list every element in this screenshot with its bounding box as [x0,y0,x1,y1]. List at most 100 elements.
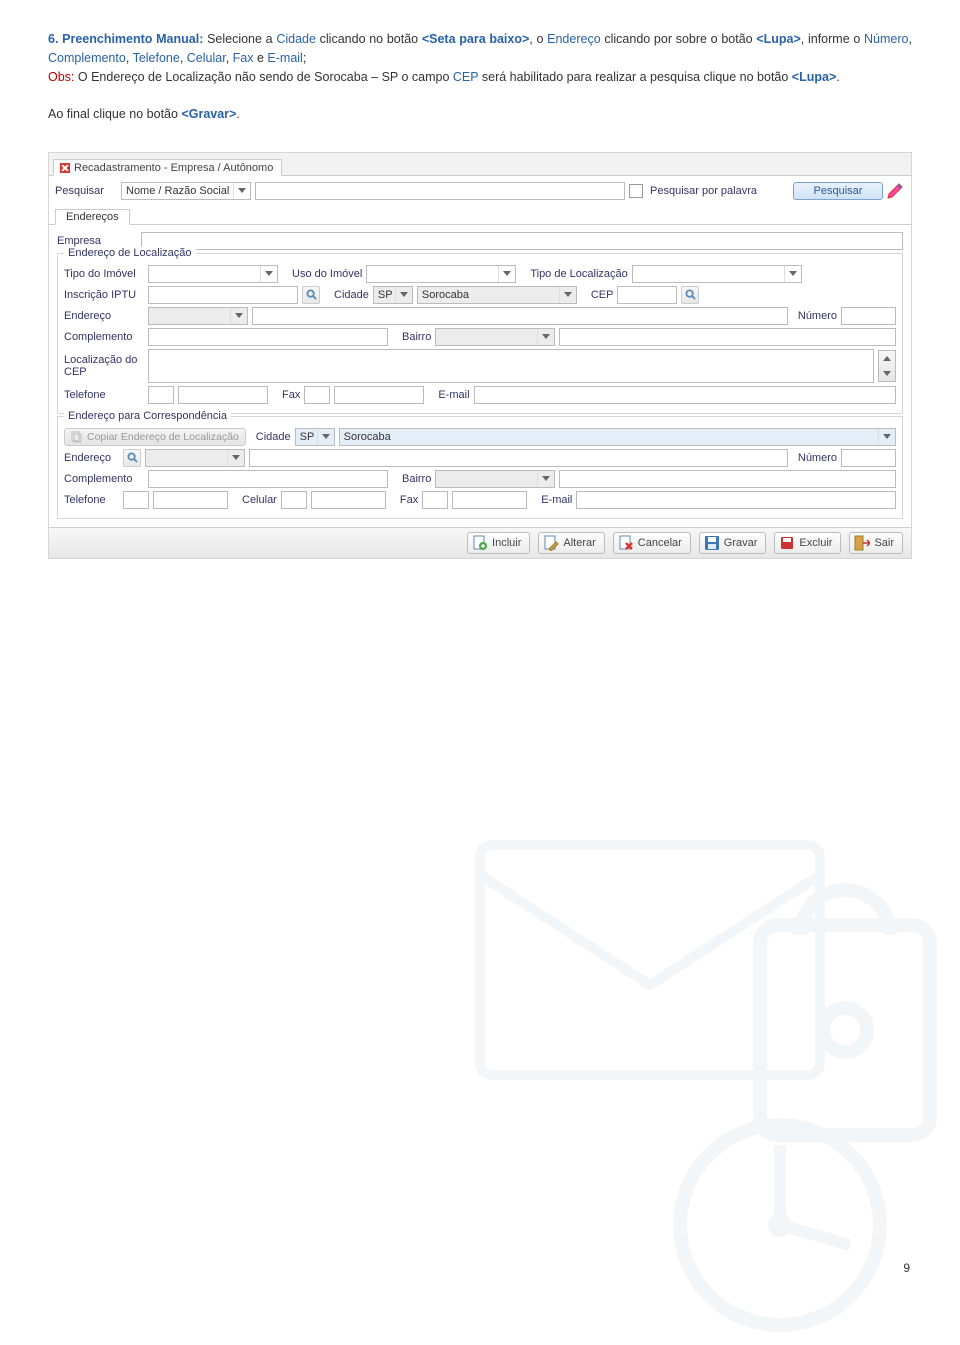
endereco-label: Endereço [64,310,144,322]
corr-numero-input[interactable] [841,449,896,467]
corr-bairro-select[interactable] [435,470,555,488]
tab-bar: Recadastramento - Empresa / Autônomo [49,153,911,176]
cidade-uf-select[interactable]: SP [373,286,413,304]
cancelar-button[interactable]: Cancelar [613,532,691,554]
corr-endereco-lookup-button[interactable] [123,449,141,467]
chevron-down-icon [395,287,412,303]
chevron-down-icon [498,266,515,282]
cep-label: CEP [591,289,614,301]
corr-fax-label: Fax [400,494,418,506]
chevron-down-icon [537,329,554,345]
bairro-select[interactable] [435,328,555,346]
telefone-ddd-input[interactable] [148,386,174,404]
edit-icon[interactable] [887,183,903,199]
iptu-input[interactable] [148,286,298,304]
corr-celular-label: Celular [242,494,277,506]
tab-enderecos[interactable]: Endereços [55,209,130,225]
uso-imovel-label: Uso do Imóvel [292,268,362,280]
corr-cidade-label: Cidade [256,431,291,443]
corr-complemento-input[interactable] [148,470,388,488]
numero-input[interactable] [841,307,896,325]
legend-localizacao: Endereço de Localização [64,247,196,259]
scroll-down-icon[interactable] [879,366,895,381]
corr-bairro-nome-input [559,470,896,488]
corr-fax-ddd-input[interactable] [422,491,448,509]
add-doc-icon [472,535,488,551]
fax-input[interactable] [334,386,424,404]
corr-telefone-ddd-input[interactable] [123,491,149,509]
tab-title: Recadastramento - Empresa / Autônomo [74,162,273,174]
instr-prefix: 6. Preenchimento Manual: [48,32,203,46]
tab-main[interactable]: Recadastramento - Empresa / Autônomo [53,159,282,176]
fieldset-localizacao: Endereço de Localização Tipo do Imóvel U… [57,253,903,414]
excluir-button[interactable]: Excluir [774,532,841,554]
telefone-label: Telefone [64,389,144,401]
edit-doc-icon [543,535,559,551]
corr-endereco-label: Endereço [64,452,119,464]
corr-celular-ddd-input[interactable] [281,491,307,509]
corr-cidade-uf-select[interactable]: SP [295,428,335,446]
cep-input[interactable] [617,286,677,304]
corr-telefone-input[interactable] [153,491,228,509]
chevron-down-icon [878,429,895,445]
iptu-label: Inscrição IPTU [64,289,144,301]
corr-cidade-nome-select[interactable]: Sorocaba [339,428,896,446]
close-icon[interactable] [60,163,70,173]
fieldset-correspondencia: Endereço para Correspondência Copiar End… [57,416,903,519]
corr-endereco-tipo-select[interactable] [145,449,245,467]
endereco-tipo-select[interactable] [148,307,248,325]
copy-icon [71,431,83,443]
tipo-imovel-select[interactable] [148,265,278,283]
search-by-word-label: Pesquisar por palavra [650,185,757,197]
fax-ddd-input[interactable] [304,386,330,404]
scroll-up-icon[interactable] [879,351,895,366]
cidade-label: Cidade [334,289,369,301]
corr-email-input[interactable] [576,491,896,509]
alterar-button[interactable]: Alterar [538,532,604,554]
corr-celular-input[interactable] [311,491,386,509]
fax-loc-label: Fax [282,389,300,401]
cep-lookup-button[interactable] [681,286,699,304]
loc-cep-scrollbar[interactable] [878,350,896,382]
search-button[interactable]: Pesquisar [793,182,883,200]
exit-icon [854,535,870,551]
email-loc-label: E-mail [438,389,469,401]
sair-button[interactable]: Sair [849,532,903,554]
chevron-down-icon [233,183,250,199]
loc-cep-label: Localização do CEP [64,354,144,378]
page-number: 9 [903,1261,910,1275]
corr-bairro-label: Bairro [402,473,431,485]
app-window: Recadastramento - Empresa / Autônomo Pes… [48,152,912,559]
copiar-endereco-button: Copiar Endereço de Localização [64,428,246,446]
search-by-word-checkbox[interactable] [629,184,643,198]
save-icon [704,535,720,551]
delete-icon [779,535,795,551]
corr-fax-input[interactable] [452,491,527,509]
empresa-label: Empresa [57,235,137,247]
telefone-input[interactable] [178,386,268,404]
search-bar: Pesquisar Nome / Razão Social Pesquisar … [49,176,911,204]
cancel-doc-icon [618,535,634,551]
watermark-icon [460,805,960,1345]
tipo-imovel-label: Tipo do Imóvel [64,268,144,280]
chevron-down-icon [230,308,247,324]
chevron-down-icon [537,471,554,487]
search-type-select[interactable]: Nome / Razão Social [121,182,251,200]
incluir-button[interactable]: Incluir [467,532,530,554]
email-input[interactable] [474,386,896,404]
search-input[interactable] [255,182,625,200]
chevron-down-icon [559,287,576,303]
tipo-localizacao-label: Tipo de Localização [530,268,627,280]
cidade-nome-select[interactable]: Sorocaba [417,286,577,304]
numero-label: Número [798,310,837,322]
uso-imovel-select[interactable] [366,265,516,283]
corr-telefone-label: Telefone [64,494,119,506]
bairro-label: Bairro [402,331,431,343]
bairro-nome-input [559,328,896,346]
empresa-input [141,232,903,250]
complemento-input[interactable] [148,328,388,346]
chevron-down-icon [260,266,277,282]
tipo-localizacao-select[interactable] [632,265,802,283]
gravar-button[interactable]: Gravar [699,532,767,554]
iptu-lookup-button[interactable] [302,286,320,304]
